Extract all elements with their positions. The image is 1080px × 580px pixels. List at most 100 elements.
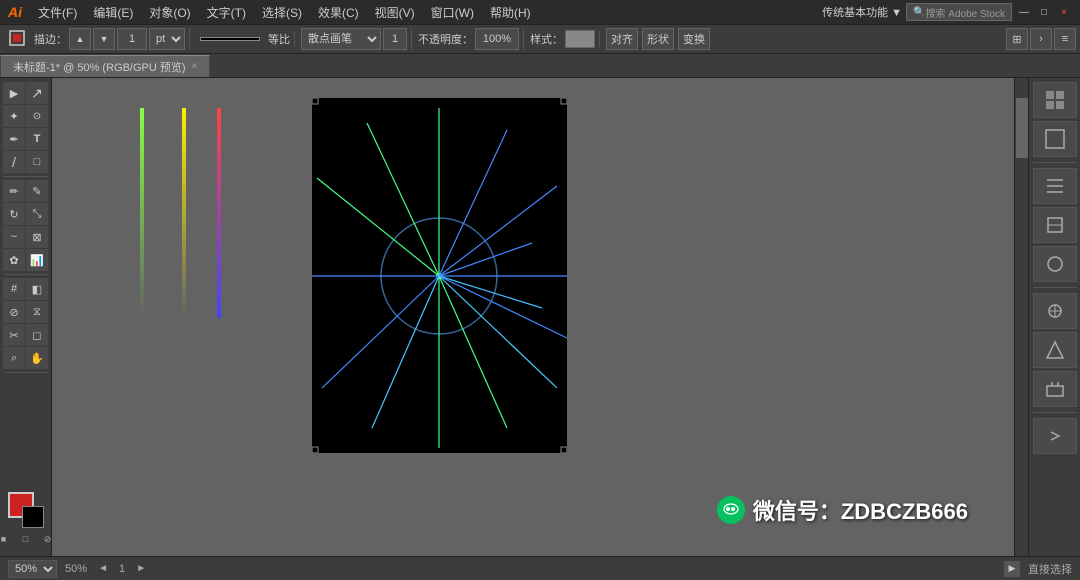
tool-row-2: ✦ ⊙ — [3, 105, 48, 127]
menu-btn[interactable]: ≡ — [1054, 28, 1076, 50]
equal-group: 等比 — [268, 31, 295, 47]
zoom-tool[interactable]: ⌕ — [3, 347, 25, 369]
column-graph-tool[interactable]: 📊 — [26, 249, 48, 271]
symbol-tool[interactable]: ✿ — [3, 249, 25, 271]
right-panel-btn-7[interactable] — [1033, 332, 1077, 368]
scale-tool[interactable]: ⤡ — [26, 203, 48, 225]
workspace-label[interactable]: 传统基本功能 ▼ — [822, 4, 902, 20]
tab-title: 未标题-1* @ 50% (RGB/GPU 预览) — [13, 59, 186, 75]
gradient-tool[interactable]: ◧ — [26, 278, 48, 300]
right-panel — [1028, 78, 1080, 556]
canvas-scroll[interactable] — [52, 78, 1028, 556]
next-artboard-btn[interactable]: ► — [133, 561, 149, 577]
prev-artboard-btn[interactable]: ◄ — [95, 561, 111, 577]
magic-wand-tool[interactable]: ✦ — [3, 105, 25, 127]
scissors-tool[interactable]: ✂ — [3, 324, 25, 346]
right-panel-btn-1[interactable] — [1033, 82, 1077, 118]
stroke-up-btn[interactable]: ▲ — [69, 28, 91, 50]
right-panel-btn-5[interactable] — [1033, 246, 1077, 282]
scrollbar-thumb[interactable] — [1016, 98, 1028, 158]
zoom-select[interactable]: 50% — [8, 560, 57, 578]
style-label: 样式： — [530, 31, 563, 47]
brush-tool[interactable]: ✏ — [3, 180, 25, 202]
app-logo: Ai — [0, 0, 30, 24]
menu-select[interactable]: 选择(S) — [254, 0, 310, 24]
menu-file[interactable]: 文件(F) — [30, 0, 85, 24]
style-group: 样式： — [530, 30, 600, 48]
stroke-down-btn[interactable]: ▼ — [93, 28, 115, 50]
equal-label: 等比 — [268, 31, 290, 47]
eraser-tool[interactable]: ◻ — [26, 324, 48, 346]
menu-type[interactable]: 文字(T) — [199, 0, 254, 24]
mesh-tool[interactable]: # — [3, 278, 25, 300]
tool-row-7: ~ ⊠ — [3, 226, 48, 248]
menu-view[interactable]: 视图(V) — [367, 0, 423, 24]
right-panel-btn-6[interactable] — [1033, 293, 1077, 329]
menu-help[interactable]: 帮助(H) — [482, 0, 539, 24]
minimize-button[interactable]: — — [1016, 4, 1032, 20]
eyedropper-tool[interactable]: ⊘ — [3, 301, 25, 323]
right-panel-btn-3[interactable] — [1033, 168, 1077, 204]
brush-type-select[interactable]: 散点画笔 — [301, 28, 381, 50]
shape-btn[interactable]: 形状 — [642, 28, 674, 50]
menu-edit[interactable]: 编辑(E) — [85, 0, 141, 24]
direct-select-tool[interactable]: ↗ — [26, 82, 48, 104]
toolbar: 描边： ▲ ▼ pt 等比 散点画笔 不透明度： 样式： 对齐 形状 变换 ⊞ … — [0, 24, 1080, 54]
pencil-tool[interactable]: ✎ — [26, 180, 48, 202]
free-transform-tool[interactable]: ⊠ — [26, 226, 48, 248]
gradient-bar-yellow — [182, 108, 186, 318]
right-divider-2 — [1033, 287, 1077, 288]
tool-divider-3 — [4, 372, 48, 373]
background-color[interactable] — [22, 506, 44, 528]
shape-tool[interactable]: □ — [26, 151, 48, 173]
opacity-label: 不透明度： — [418, 31, 473, 47]
brush-number-input[interactable] — [383, 28, 407, 50]
lasso-tool[interactable]: ⊙ — [26, 105, 48, 127]
color-box[interactable] — [8, 492, 44, 528]
fill-icon[interactable]: ■ — [0, 530, 13, 548]
hand-tool[interactable]: ✋ — [26, 347, 48, 369]
right-panel-btn-8[interactable] — [1033, 371, 1077, 407]
align-btn[interactable]: 对齐 — [606, 28, 638, 50]
rotate-tool[interactable]: ↻ — [3, 203, 25, 225]
play-btn[interactable]: ▶ — [1004, 561, 1020, 577]
brush-group: 散点画笔 — [301, 28, 412, 50]
art-canvas — [312, 98, 567, 453]
transform-btn[interactable]: 变换 — [678, 28, 710, 50]
menu-object[interactable]: 对象(O) — [141, 0, 198, 24]
warp-tool[interactable]: ~ — [3, 226, 25, 248]
stroke-icon[interactable]: □ — [17, 530, 35, 548]
maximize-button[interactable]: □ — [1036, 4, 1052, 20]
stroke-unit-select[interactable]: pt — [149, 28, 185, 50]
selection-tool[interactable]: ▶ — [3, 82, 25, 104]
document-tab[interactable]: 未标题-1* @ 50% (RGB/GPU 预览) × — [0, 55, 210, 77]
stroke-label: 描边： — [34, 31, 67, 47]
search-stock[interactable]: 🔍 搜索 Adobe Stock — [906, 3, 1012, 21]
collapse-btn[interactable]: › — [1030, 28, 1052, 50]
menu-window[interactable]: 窗口(W) — [423, 0, 482, 24]
color-mode-row: ■ □ ⊘ — [0, 530, 52, 548]
vertical-scrollbar[interactable] — [1014, 78, 1028, 556]
panel-options-btn[interactable]: ⊞ — [1006, 28, 1028, 50]
menu-effect[interactable]: 效果(C) — [310, 0, 367, 24]
type-tool[interactable]: T — [26, 128, 48, 150]
tab-bar: 未标题-1* @ 50% (RGB/GPU 预览) × — [0, 54, 1080, 78]
right-panel-btn-2[interactable] — [1033, 121, 1077, 157]
tab-close-btn[interactable]: × — [192, 61, 198, 72]
toolbar-right: ⊞ › ≡ — [1006, 28, 1076, 50]
left-tools-panel: ▶ ↗ ✦ ⊙ ✒ T / □ ✏ ✎ ↻ ⤡ ~ ⊠ ✿ 📊 — [0, 78, 52, 556]
tool-divider-2 — [4, 274, 48, 275]
blend-tool[interactable]: ⧖ — [26, 301, 48, 323]
zoom-label: 50% — [65, 563, 87, 575]
style-swatch[interactable] — [565, 30, 595, 48]
line-tool[interactable]: / — [3, 151, 25, 173]
stroke-color-btn[interactable] — [4, 28, 32, 50]
right-panel-btn-4[interactable] — [1033, 207, 1077, 243]
pen-tool[interactable]: ✒ — [3, 128, 25, 150]
expand-panel-btn[interactable] — [1033, 418, 1077, 454]
none-icon[interactable]: ⊘ — [39, 530, 53, 548]
opacity-input[interactable] — [475, 28, 519, 50]
stroke-width-input[interactable] — [117, 28, 147, 50]
sun-ray-svg — [312, 98, 567, 453]
close-button[interactable]: × — [1056, 4, 1072, 20]
